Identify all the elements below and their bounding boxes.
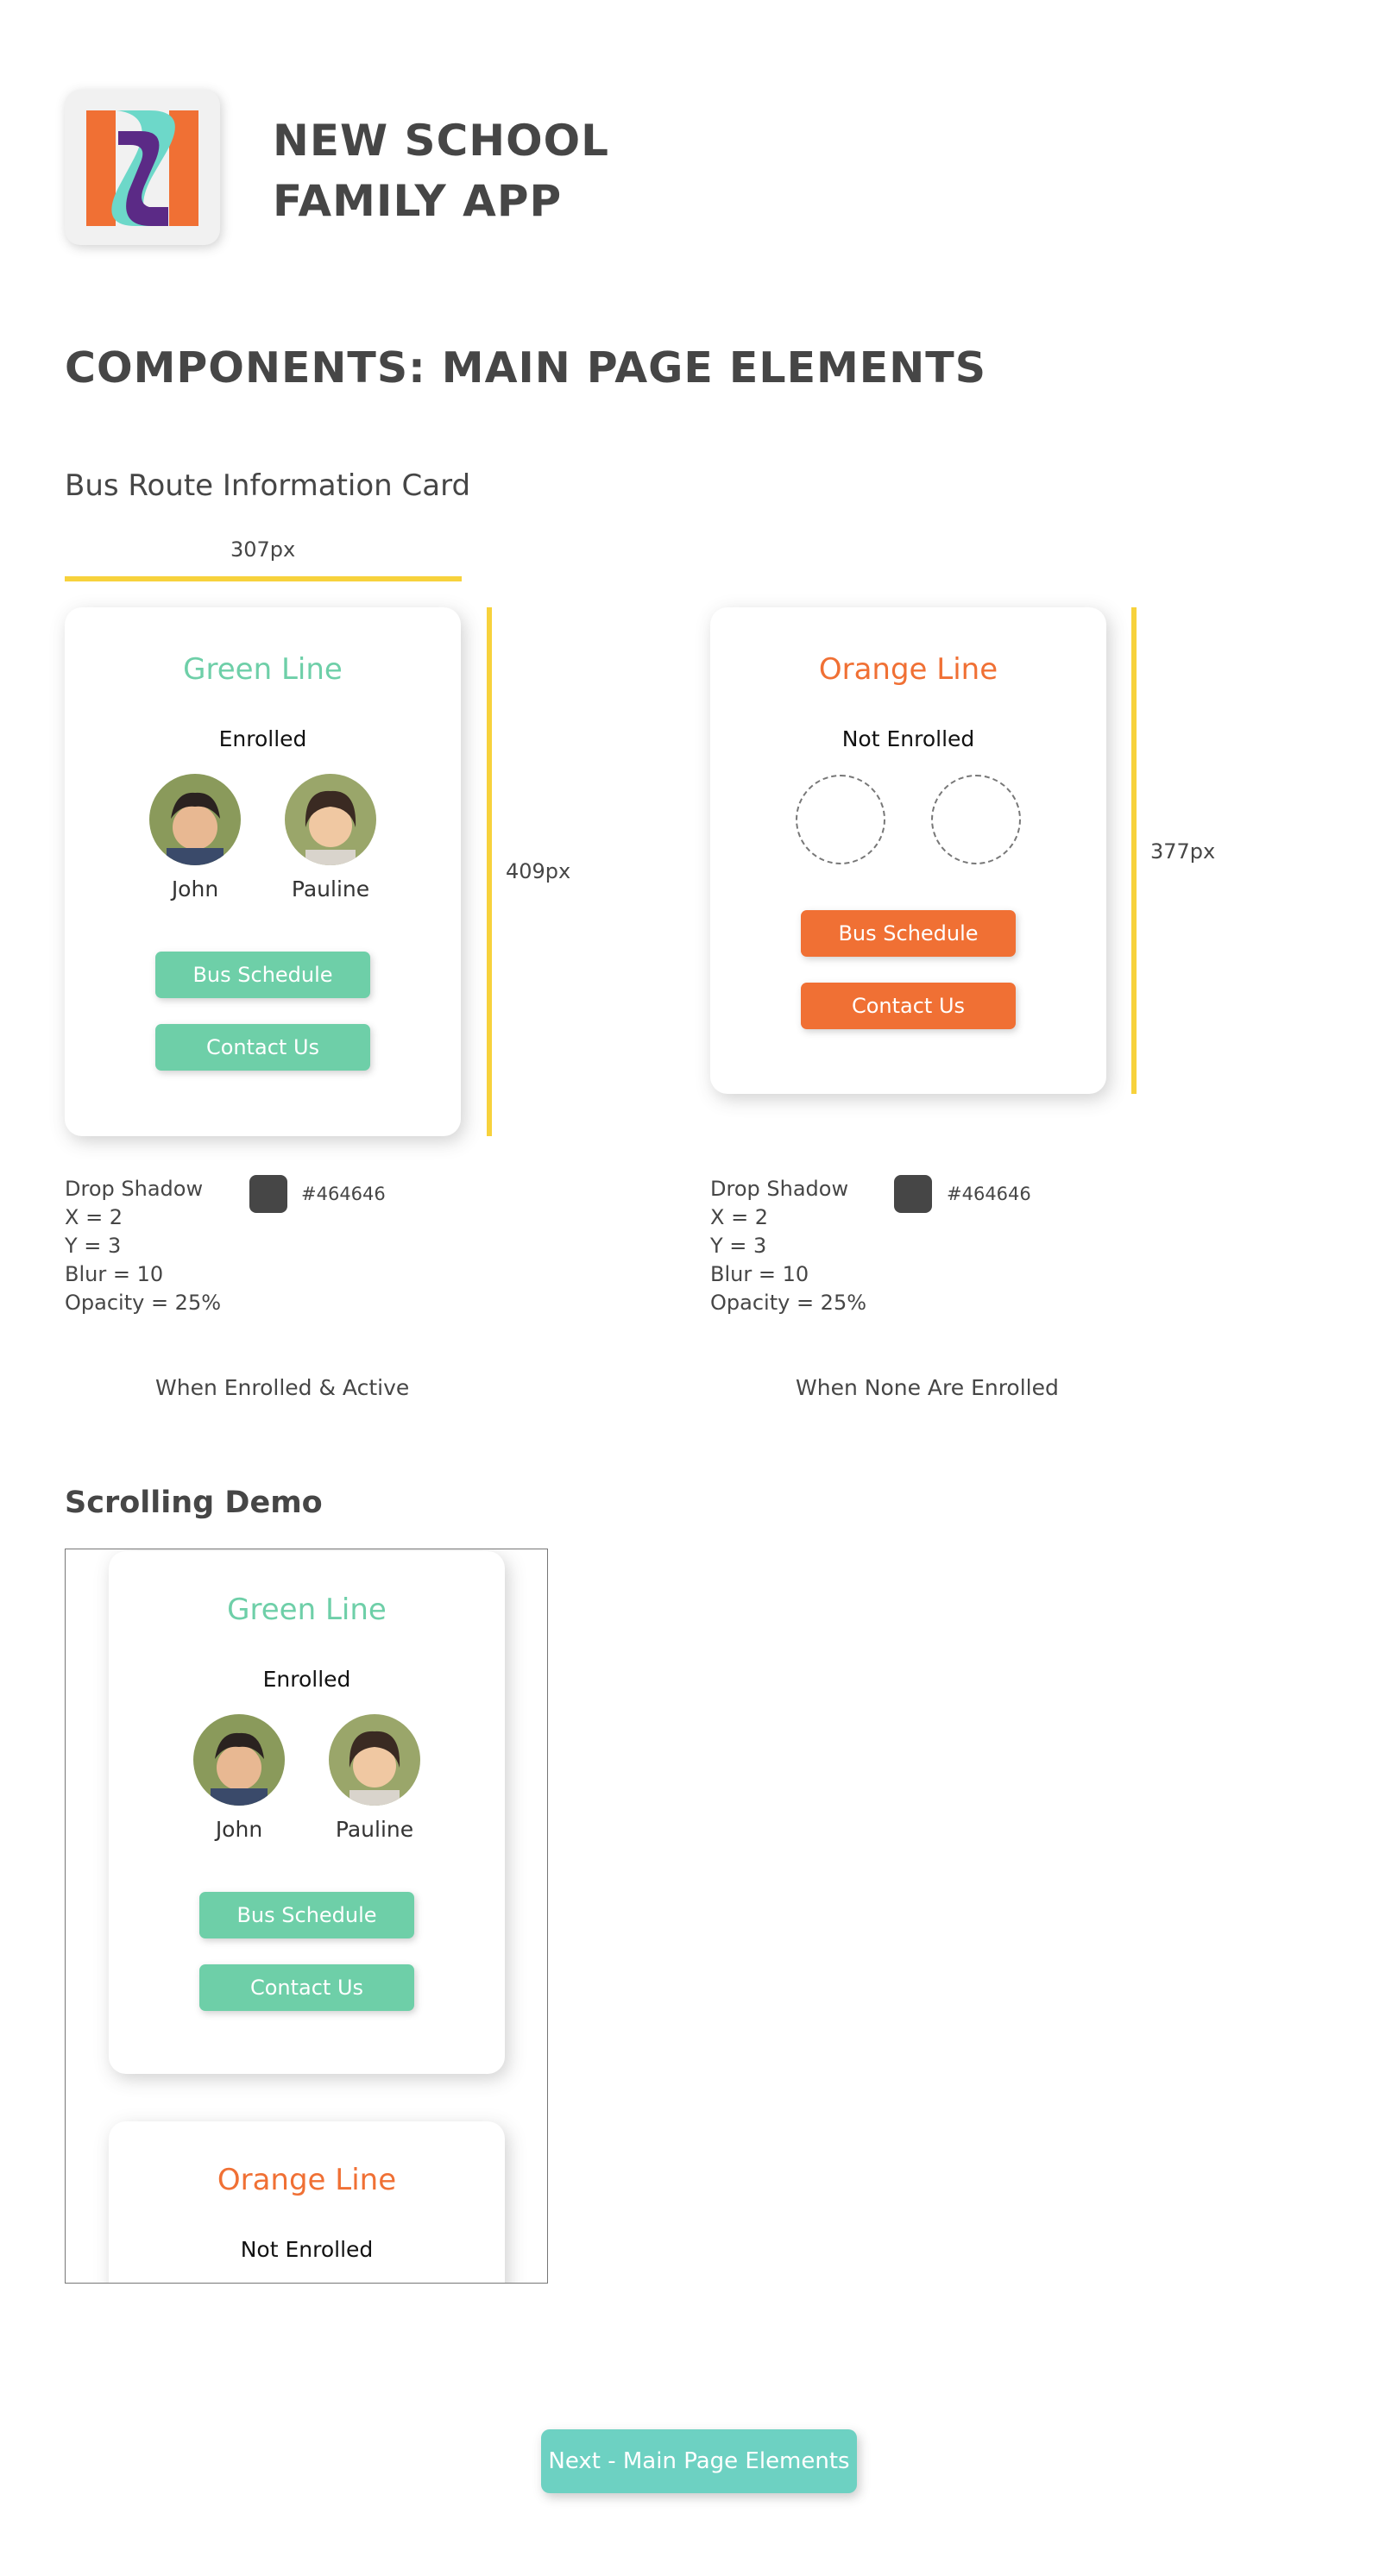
shadow-spec-x: X = 2 [710, 1205, 769, 1229]
green-line-card[interactable]: Green Line Enrolled John Pauline Bus Sch… [109, 1551, 505, 2074]
contact-us-button[interactable]: Contact Us [199, 1964, 414, 2011]
height-measure-line-green [487, 607, 492, 1136]
avatar-pauline[interactable] [329, 1714, 420, 1806]
child-name-john: John [171, 876, 219, 902]
avatar-john[interactable] [193, 1714, 285, 1806]
card-title: Orange Line [818, 652, 998, 687]
card-title: Green Line [183, 652, 343, 687]
card-title: Green Line [227, 1593, 387, 1627]
app-title-line2: FAMILY APP [273, 176, 563, 226]
shadow-spec-enrolled: Drop Shadow X = 2 Y = 3 Blur = 10 Opacit… [65, 1175, 221, 1317]
app-logo [65, 90, 220, 245]
avatar-john[interactable] [149, 774, 241, 865]
shadow-spec-x: X = 2 [65, 1205, 123, 1229]
shadow-spec-label: Drop Shadow [710, 1177, 849, 1201]
card-title: Orange Line [217, 2163, 397, 2197]
width-measure-label: 307px [230, 537, 296, 562]
height-measure-label-orange: 377px [1150, 839, 1216, 864]
bus-card-section-title: Bus Route Information Card [65, 468, 471, 503]
shadow-spec-y: Y = 3 [65, 1234, 122, 1258]
avatar-pauline[interactable] [285, 774, 376, 865]
color-swatch [249, 1175, 287, 1213]
app-title-line1: NEW SCHOOL [273, 116, 609, 166]
caption-none-enrolled: When None Are Enrolled [796, 1375, 1059, 1400]
green-line-card[interactable]: Green Line Enrolled John Pauline Bus Sch… [65, 607, 461, 1136]
enrollment-status: Enrolled [218, 726, 307, 751]
shadow-spec-label: Drop Shadow [65, 1177, 204, 1201]
shadow-spec-y: Y = 3 [710, 1234, 767, 1258]
empty-avatar-placeholder [931, 775, 1021, 864]
child-name-john: John [215, 1817, 263, 1842]
shadow-spec-opacity: Opacity = 25% [710, 1291, 867, 1315]
bus-schedule-button[interactable]: Bus Schedule [801, 910, 1016, 957]
empty-avatar-placeholder [796, 775, 885, 864]
color-hex-label: #464646 [947, 1184, 1031, 1204]
child-name-pauline: Pauline [291, 876, 370, 902]
color-hex-label: #464646 [301, 1184, 386, 1204]
bus-schedule-button[interactable]: Bus Schedule [199, 1892, 414, 1938]
width-measure-line [65, 576, 462, 581]
page-heading: COMPONENTS: MAIN PAGE ELEMENTS [65, 343, 986, 393]
contact-us-button[interactable]: Contact Us [155, 1024, 370, 1071]
enrollment-status: Enrolled [262, 1667, 351, 1692]
enrollment-status: Not Enrolled [841, 726, 975, 751]
scrolling-demo-title: Scrolling Demo [65, 1486, 323, 1520]
bus-schedule-button[interactable]: Bus Schedule [155, 952, 370, 998]
orange-line-card[interactable]: Orange Line Not Enrolled Bus Schedule Co… [710, 607, 1106, 1094]
caption-enrolled: When Enrolled & Active [155, 1375, 410, 1400]
color-swatch [894, 1175, 932, 1213]
height-measure-label-green: 409px [506, 859, 571, 883]
height-measure-line-orange [1131, 607, 1137, 1094]
shadow-spec-not-enrolled: Drop Shadow X = 2 Y = 3 Blur = 10 Opacit… [710, 1175, 866, 1317]
child-name-pauline: Pauline [335, 1817, 414, 1842]
shadow-spec-blur: Blur = 10 [710, 1262, 809, 1286]
shadow-spec-opacity: Opacity = 25% [65, 1291, 222, 1315]
orange-line-card[interactable]: Orange Line Not Enrolled [109, 2121, 505, 2283]
app-logo-icon [86, 110, 198, 226]
next-main-page-elements-button[interactable]: Next - Main Page Elements [541, 2429, 857, 2493]
scrolling-demo-frame[interactable]: Green Line Enrolled John Pauline Bus Sch… [65, 1549, 548, 2284]
app-title: NEW SCHOOL FAMILY APP [273, 110, 609, 231]
shadow-spec-blur: Blur = 10 [65, 1262, 164, 1286]
contact-us-button[interactable]: Contact Us [801, 983, 1016, 1029]
enrollment-status: Not Enrolled [240, 2237, 374, 2262]
